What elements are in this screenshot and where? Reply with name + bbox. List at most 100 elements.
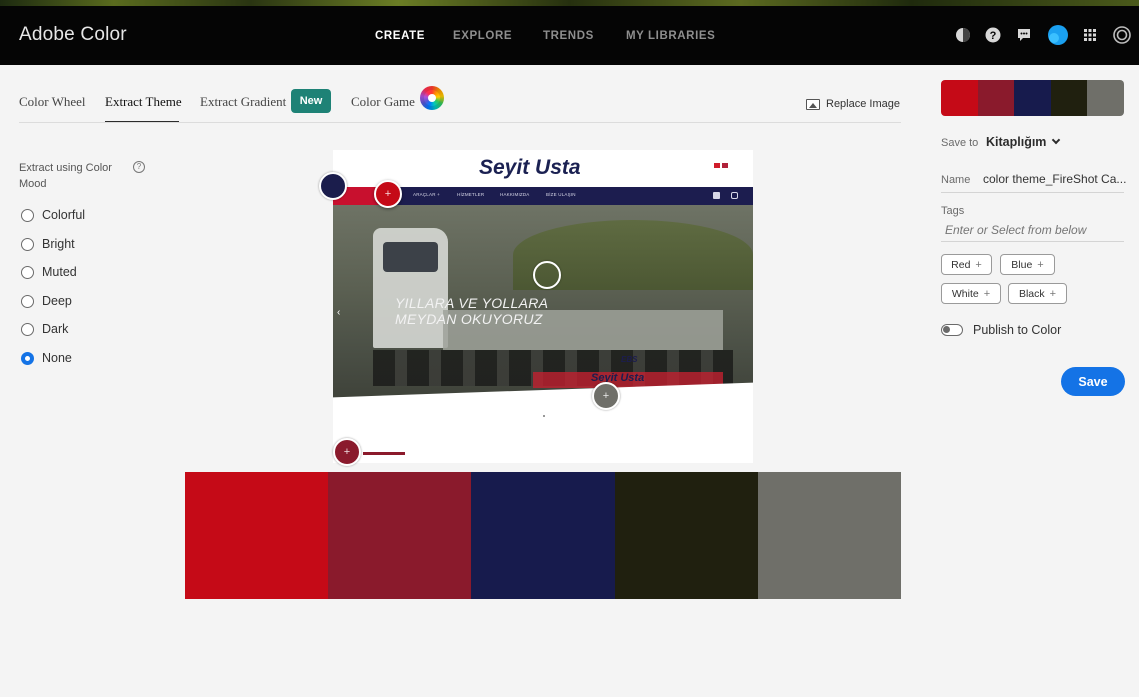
tag-label: Red	[951, 258, 971, 271]
preview-prev-arrow: ‹	[337, 307, 341, 318]
top-bar: Adobe Color CREATE EXPLORE TRENDS MY LIB…	[0, 0, 1139, 65]
tags-input[interactable]	[941, 218, 1124, 242]
linkedin-icon	[713, 192, 720, 199]
apps-grid-icon[interactable]	[1082, 27, 1098, 43]
color-picker-1[interactable]: +	[374, 180, 402, 208]
nav-explore[interactable]: EXPLORE	[453, 30, 512, 42]
preview-truck-window	[383, 242, 438, 272]
theme-swatches	[185, 472, 902, 599]
color-picker-4[interactable]	[533, 261, 561, 289]
mood-label: Extract using Color Mood	[19, 162, 112, 190]
mini-swatch	[941, 80, 978, 116]
user-avatar-icon[interactable]	[1048, 25, 1068, 45]
swatch-5[interactable]	[757, 472, 902, 599]
radio-selected-icon[interactable]	[21, 351, 34, 365]
mini-swatch	[1014, 80, 1051, 116]
creative-cloud-icon[interactable]	[1112, 25, 1132, 45]
help-icon[interactable]: ?	[985, 27, 1001, 43]
color-game-icon[interactable]	[420, 86, 444, 110]
tab-divider	[19, 122, 901, 123]
swatch-4[interactable]	[614, 472, 758, 599]
library-name: Kitaplığım	[986, 135, 1047, 149]
mood-option-none[interactable]: None	[21, 351, 72, 365]
nav-create[interactable]: CREATE	[375, 30, 425, 42]
swatch-1[interactable]	[185, 472, 329, 599]
radio-icon[interactable]	[21, 237, 34, 251]
preview-tagline: YILLARA VE YOLLARA MEYDAN OKUYORUZ	[395, 295, 548, 327]
plus-icon: +	[1037, 258, 1044, 271]
preview-nav-item: ARAÇLAR +	[413, 192, 440, 197]
mood-option-dark[interactable]: Dark	[21, 322, 68, 336]
color-picker-5[interactable]: +	[592, 382, 620, 410]
mood-option-label: Colorful	[42, 208, 86, 222]
picker-plus-icon	[321, 174, 345, 198]
preview-nav-item: HAKKIMIZDA	[500, 192, 530, 197]
picker-drag-indicator	[363, 452, 405, 455]
mini-swatch	[977, 80, 1015, 116]
tab-extract-theme[interactable]: Extract Theme	[105, 94, 182, 110]
preview-tagline-line2: MEYDAN OKUYORUZ	[395, 311, 543, 327]
swatch-2[interactable]	[328, 472, 472, 599]
tag-label: White	[951, 287, 979, 300]
preview-logo: Seyit Usta	[479, 156, 581, 179]
image-icon	[806, 98, 820, 110]
tag-black[interactable]: Black +	[1008, 283, 1067, 304]
flag-tr-icon	[714, 163, 720, 168]
tags-label: Tags	[941, 205, 965, 217]
chat-icon[interactable]	[1016, 27, 1032, 43]
tab-extract-gradient[interactable]: Extract Gradient	[200, 94, 286, 110]
svg-text:?: ?	[990, 30, 997, 42]
replace-image-label: Replace Image	[826, 98, 900, 110]
mood-option-colorful[interactable]: Colorful	[21, 208, 85, 222]
theme-name-field[interactable]: color theme_FireShot Ca...	[983, 172, 1126, 186]
tab-color-game[interactable]: Color Game	[351, 94, 415, 110]
color-picker-3[interactable]	[319, 172, 347, 200]
preview-truck-sign-text: Seyit Usta	[591, 372, 645, 384]
nav-my-libraries[interactable]: MY LIBRARIES	[626, 30, 715, 42]
theme-mini-preview	[941, 80, 1124, 116]
mini-swatch	[1050, 80, 1088, 116]
tag-red[interactable]: Red +	[941, 254, 992, 275]
preview-nav-item: BİZE ULAŞIN	[546, 192, 576, 197]
color-picker-2[interactable]: +	[333, 438, 361, 466]
mood-option-bright[interactable]: Bright	[21, 237, 75, 251]
save-button[interactable]: Save	[1061, 367, 1125, 396]
swatch-3[interactable]	[471, 472, 615, 599]
mini-swatch	[1087, 80, 1124, 116]
tag-white[interactable]: White +	[941, 283, 1001, 304]
plus-icon: +	[1049, 287, 1057, 300]
instagram-icon	[731, 192, 738, 199]
flag-en-icon	[722, 163, 728, 168]
tab-color-wheel[interactable]: Color Wheel	[19, 94, 86, 110]
plus-icon: +	[983, 287, 991, 300]
mood-option-muted[interactable]: Muted	[21, 265, 77, 279]
radio-icon[interactable]	[21, 265, 34, 279]
radio-icon[interactable]	[21, 322, 34, 336]
publish-toggle[interactable]	[941, 324, 963, 336]
radio-icon[interactable]	[21, 208, 34, 222]
nav-trends[interactable]: TRENDS	[543, 30, 594, 42]
chevron-down-icon	[1052, 135, 1061, 145]
tag-label: Blue	[1011, 258, 1033, 271]
preview-truck-brand: EBS	[621, 355, 638, 364]
mood-option-deep[interactable]: Deep	[21, 294, 72, 308]
name-underline	[941, 192, 1124, 193]
color-mode-icon[interactable]	[955, 27, 971, 43]
brand-title[interactable]: Adobe Color	[19, 24, 127, 46]
new-badge: New	[291, 89, 331, 113]
mood-option-label: Deep	[42, 294, 72, 308]
top-image-strip	[0, 0, 1139, 6]
picker-plus-icon: +	[343, 446, 351, 458]
picker-plus-icon: +	[384, 188, 392, 200]
tag-blue[interactable]: Blue +	[1000, 254, 1055, 275]
tag-label: Black	[1018, 287, 1045, 300]
library-dropdown[interactable]: Kitaplığım	[986, 135, 1061, 149]
name-label: Name	[941, 174, 971, 186]
mood-help-icon[interactable]: ?	[133, 161, 145, 173]
mood-option-label: None	[42, 351, 72, 365]
radio-icon[interactable]	[21, 294, 34, 308]
preview-nav-item: HİZMETLER	[457, 192, 485, 197]
mood-option-label: Bright	[42, 237, 75, 251]
replace-image-button[interactable]: Replace Image	[806, 98, 900, 110]
mood-option-label: Muted	[42, 265, 77, 279]
